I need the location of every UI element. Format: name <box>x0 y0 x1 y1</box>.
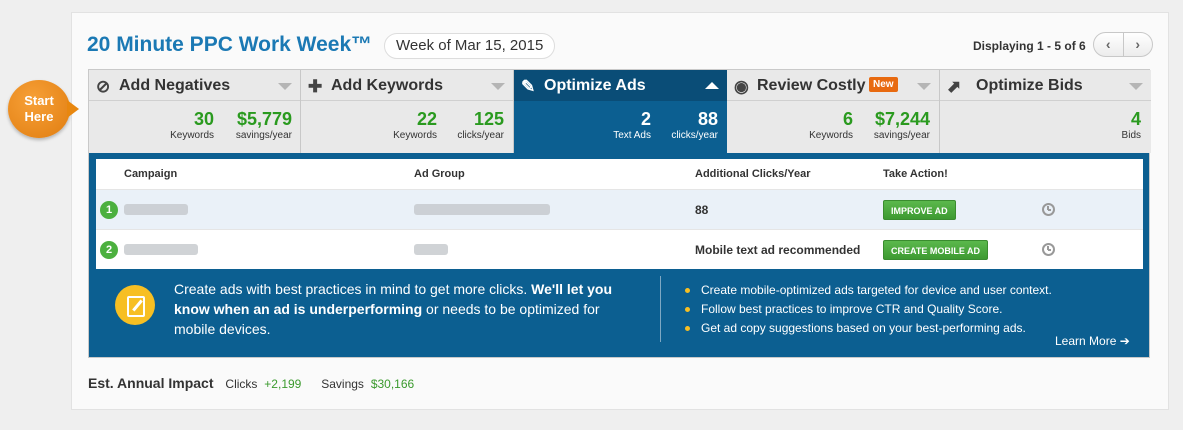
metric: $5,779 savings/year <box>235 109 292 141</box>
info-description: Create ads with best practices in mind t… <box>174 281 613 337</box>
chevron-up-icon[interactable] <box>705 82 719 89</box>
list-item: Create mobile-optimized ads targeted for… <box>685 281 1052 300</box>
plus-icon: ✚ <box>308 77 323 96</box>
metric: 30 Keywords <box>170 109 214 141</box>
pagination-status: Displaying 1 - 5 of 6 <box>973 39 1086 53</box>
list-item: Follow best practices to improve CTR and… <box>685 300 1052 319</box>
metric: 6 Keywords <box>809 109 853 141</box>
metric: 4 Bids <box>1121 109 1141 141</box>
trend-icon: ⬈ <box>947 77 962 96</box>
create-mobile-ad-button[interactable]: CREATE MOBILE AD <box>883 240 988 260</box>
tab-review-costly[interactable]: ◉ Review Costly New 6 Keywords $7,244 sa… <box>727 70 940 153</box>
learn-more-link[interactable]: Learn More ➔ <box>1055 334 1130 348</box>
chevron-down-icon[interactable] <box>491 83 505 90</box>
tips-list: Create mobile-optimized ads targeted for… <box>685 281 1052 338</box>
row-number: 2 <box>100 241 118 259</box>
ad-group-name-redacted[interactable] <box>414 244 448 255</box>
task-tabs-panel: ⊘ Add Negatives 30 Keywords $5,779 savin… <box>88 69 1151 358</box>
pager: ‹ › <box>1093 32 1153 57</box>
campaign-name-redacted[interactable] <box>124 244 198 255</box>
tab-optimize-ads[interactable]: ✎ Optimize Ads 2 Text Ads 88 clicks/year <box>514 70 727 153</box>
metric: 2 Text Ads <box>613 109 651 141</box>
divider <box>660 276 661 342</box>
chevron-down-icon[interactable] <box>917 83 931 90</box>
eye-icon: ◉ <box>734 77 749 96</box>
page-title: 20 Minute PPC Work Week™ <box>87 33 373 56</box>
metric: 125 clicks/year <box>457 109 504 141</box>
tab-optimize-bids[interactable]: ⬈ Optimize Bids 4 Bids <box>940 70 1151 153</box>
clock-icon[interactable] <box>1042 203 1055 216</box>
clock-icon[interactable] <box>1042 243 1055 256</box>
metric: 88 clicks/year <box>671 109 718 141</box>
table-header: Campaign Ad Group Additional Clicks/Year… <box>124 168 948 180</box>
improve-ad-button[interactable]: IMPROVE AD <box>883 200 956 220</box>
list-item: Get ad copy suggestions based on your be… <box>685 319 1052 338</box>
table-row: 1 88 IMPROVE AD <box>96 189 1143 229</box>
metric: 22 Keywords <box>393 109 437 141</box>
start-here-badge: Start Here <box>8 80 79 138</box>
metric: $7,244 savings/year <box>873 109 930 141</box>
chevron-left-icon[interactable]: ‹ <box>1094 33 1124 56</box>
chevron-down-icon[interactable] <box>278 83 292 90</box>
ads-table: Campaign Ad Group Additional Clicks/Year… <box>96 159 1143 269</box>
chevron-down-icon[interactable] <box>1129 83 1143 90</box>
edit-ad-icon <box>115 285 155 325</box>
new-badge: New <box>869 77 898 92</box>
chevron-right-icon[interactable]: › <box>1124 33 1153 56</box>
campaign-name-redacted[interactable] <box>124 204 188 215</box>
tab-add-keywords[interactable]: ✚ Add Keywords 22 Keywords 125 clicks/ye… <box>301 70 514 153</box>
week-selector[interactable]: Week of Mar 15, 2015 <box>384 33 556 59</box>
additional-clicks: 88 <box>695 203 709 217</box>
row-number: 1 <box>100 201 118 219</box>
edit-icon: ✎ <box>521 77 536 96</box>
additional-clicks: Mobile text ad recommended <box>695 243 861 257</box>
tab-add-negatives[interactable]: ⊘ Add Negatives 30 Keywords $5,779 savin… <box>89 70 301 153</box>
annual-impact: Est. Annual Impact Clicks +2,199 Savings… <box>88 375 415 391</box>
ban-icon: ⊘ <box>96 77 111 96</box>
ad-group-name-redacted[interactable] <box>414 204 550 215</box>
table-row: 2 Mobile text ad recommended CREATE MOBI… <box>96 229 1143 269</box>
